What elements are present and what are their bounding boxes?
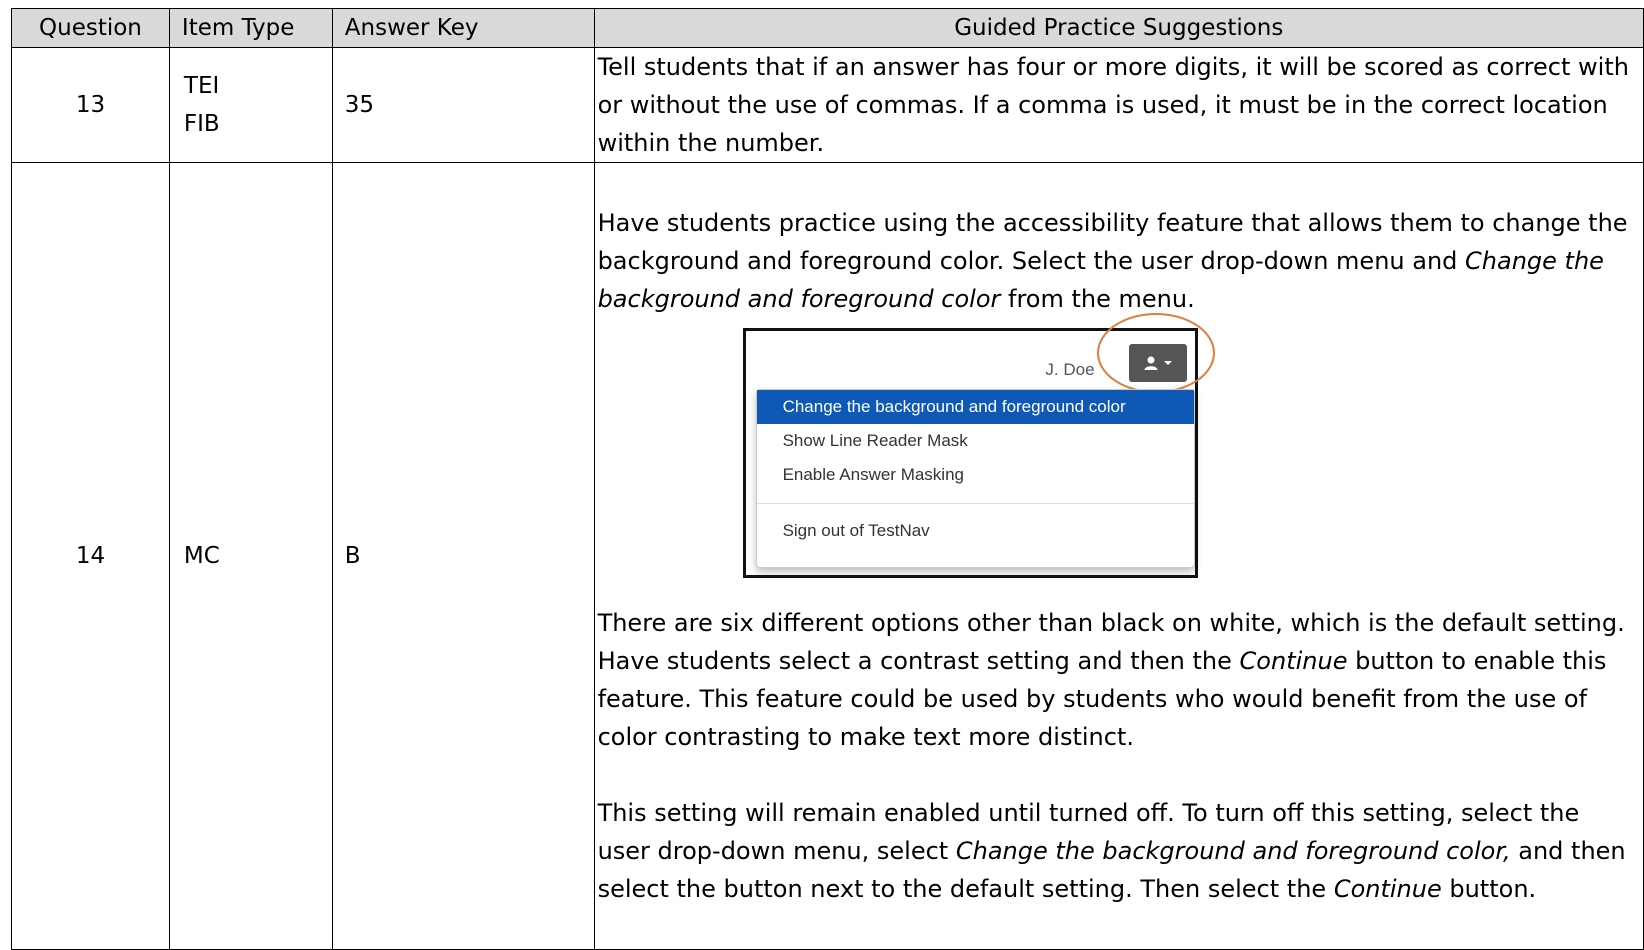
menu-item-sign-out[interactable]: Sign out of TestNav [757, 514, 1194, 548]
user-name: J. Doe [1045, 360, 1095, 379]
item-type: TEI FIB [168, 47, 333, 163]
question-number: 13 [11, 47, 170, 163]
menu-item-change-color[interactable]: Change the background and foreground col… [756, 390, 1194, 424]
answer-key: 35 [331, 47, 595, 163]
menu-item-line-reader[interactable]: Show Line Reader Mask [757, 424, 1194, 458]
header-row: Question Item Type Answer Key Guided Pra… [11, 8, 1644, 48]
guided-practice-table: Question Item Type Answer Key Guided Pra… [11, 8, 1644, 950]
header-answer-key: Answer Key [331, 8, 595, 48]
answer-key: B [331, 162, 595, 950]
guided-paragraph: Have students practice using the accessi… [597, 209, 1628, 313]
item-type-line: FIB [183, 111, 220, 137]
guided-paragraph: This setting will remain enabled until t… [597, 799, 1626, 903]
highlight-circle [1096, 313, 1215, 393]
header-guided-practice: Guided Practice Suggestions [593, 8, 1644, 48]
header-question: Question [11, 8, 170, 48]
item-type-line: TEI [183, 73, 220, 99]
question-number: 14 [11, 162, 170, 950]
guided-text: Tell students that if an answer has four… [593, 47, 1644, 163]
table-row: 13 TEI FIB 35 Tell students that if an a… [11, 47, 1644, 163]
header-item-type: Item Type [168, 8, 333, 48]
item-type: MC [168, 162, 333, 950]
guided-paragraph: There are six different options other th… [597, 609, 1625, 751]
menu-item-answer-masking[interactable]: Enable Answer Masking [757, 458, 1194, 492]
menu-divider [756, 503, 1194, 504]
user-menu-screenshot: J. Doe Change the background and foregro… [742, 313, 1215, 578]
table-row: 14 MC B Have students practice using the… [11, 162, 1644, 950]
guided-text: Have students practice using the accessi… [593, 162, 1644, 950]
user-dropdown-menu: Change the background and foreground col… [755, 389, 1195, 568]
